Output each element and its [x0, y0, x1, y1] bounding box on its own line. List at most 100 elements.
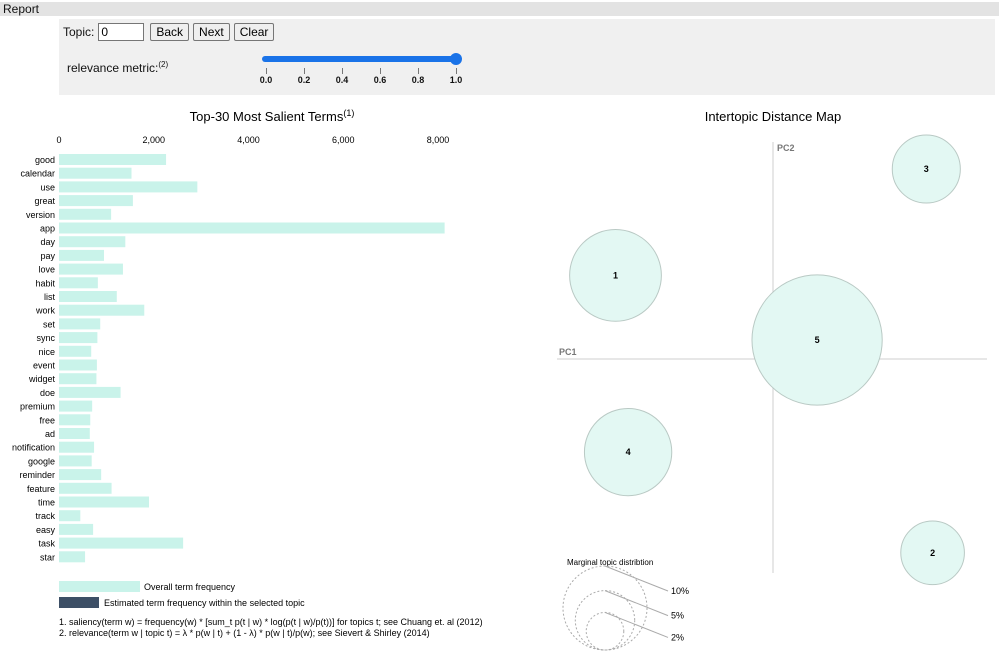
topic-input[interactable] [98, 23, 145, 41]
x-tick-label: 8,000 [427, 135, 450, 145]
bars: good calendar use great version app day pay love… [12, 154, 445, 563]
slider-tick [342, 68, 343, 74]
term-label: work [35, 306, 56, 316]
term-bar [59, 373, 97, 385]
bar-legend: Overall term frequency Estimated term fr… [59, 581, 305, 608]
term-bar [59, 345, 92, 357]
term-label: pay [40, 251, 55, 261]
legend-label-topic: Estimated term frequency within the sele… [104, 598, 305, 608]
term-label: easy [36, 525, 56, 535]
term-label: doe [40, 388, 55, 398]
term-bar [59, 469, 102, 481]
term-bar [59, 208, 112, 220]
term-label: list [44, 292, 55, 302]
term-bar [59, 167, 132, 179]
marginal-circle [574, 590, 636, 651]
term-bar [59, 332, 98, 344]
topic-label: 4 [626, 447, 631, 457]
lambda-slider[interactable]: 0.0 0.2 0.4 0.6 0.8 1.0 [259, 52, 469, 92]
term-label: star [40, 552, 55, 562]
slider-tick-label: 0.2 [297, 75, 311, 85]
marginal-title: Marginal topic distribtion [567, 558, 653, 567]
x-tick-label: 0 [56, 135, 61, 145]
term-label: set [43, 319, 56, 329]
term-bar [59, 291, 117, 302]
term-bar [59, 318, 101, 330]
term-label: use [40, 182, 55, 192]
relevance-metric-label: relevance metric:(2) [67, 60, 168, 75]
legend-swatch-overall [59, 581, 140, 592]
term-bar [59, 277, 98, 289]
term-label: calendar [20, 169, 55, 179]
topic-controls: Topic: Back Next Clear [63, 23, 275, 41]
term-bar [59, 304, 145, 316]
marginal-circle [585, 611, 625, 651]
term-label: feature [27, 484, 55, 494]
term-bar [59, 482, 112, 494]
relevance-label-text: relevance metric: [67, 61, 159, 75]
term-label: google [28, 456, 55, 466]
term-label: notification [12, 443, 55, 453]
term-bar [59, 154, 167, 165]
marginal-level-label: 5% [671, 611, 684, 621]
slider-thumb[interactable] [450, 53, 462, 65]
term-bar [59, 263, 123, 275]
marginal-leader-line [604, 611, 669, 638]
term-label: great [34, 196, 55, 206]
distance-map-title: Intertopic Distance Map [705, 109, 842, 124]
term-label: nice [38, 347, 55, 357]
bar-chart-title: Top-30 Most Salient Terms(1) [190, 108, 355, 124]
next-button[interactable]: Next [193, 23, 230, 41]
topic-circle [569, 229, 662, 322]
marginal-topic-distribution: Marginal topic distribtion 2% 5% 10% [562, 558, 689, 651]
slider-tick-label: 0.0 [259, 75, 273, 85]
slider-track[interactable] [262, 56, 457, 62]
slider-tick-label: 0.4 [335, 75, 349, 85]
topic-circle [891, 134, 961, 204]
term-label: premium [20, 402, 55, 412]
report-header: Report [0, 2, 999, 16]
footnote-relevance: 2. relevance(term w | topic t) = λ * p(w… [59, 628, 430, 638]
term-label: reminder [19, 470, 55, 480]
term-bar [59, 249, 105, 261]
pc2-axis-label: PC2 [777, 143, 795, 153]
term-bar [59, 181, 198, 193]
back-button[interactable]: Back [150, 23, 190, 41]
term-label: version [26, 210, 55, 220]
bar-chart-title-text: Top-30 Most Salient Terms [190, 109, 344, 124]
footnote-saliency: 1. saliency(term w) = frequency(w) * [su… [59, 617, 483, 627]
term-bar [59, 195, 133, 207]
slider-tick [418, 68, 419, 74]
term-label: day [40, 237, 55, 247]
slider-tick [456, 68, 457, 74]
distance-map-axes: PC2 PC1 [557, 142, 987, 573]
report-title: Report [3, 2, 40, 16]
term-label: widget [28, 374, 56, 384]
slider-tick [266, 68, 267, 74]
term-label: event [33, 361, 56, 371]
bar-chart-title-sup: (1) [343, 108, 354, 118]
marginal-leader-line [604, 590, 669, 617]
topic-label: Topic: [63, 25, 95, 39]
x-axis: 0 2,000 4,000 6,000 8,000 [56, 135, 449, 145]
marginal-leader-line [604, 565, 669, 592]
topic-label: 1 [613, 270, 618, 280]
slider-tick [380, 68, 381, 74]
term-bar [59, 510, 81, 522]
slider-tick-label: 1.0 [449, 75, 463, 85]
x-tick-label: 6,000 [332, 135, 355, 145]
term-label: love [38, 265, 55, 275]
term-bar [59, 537, 184, 549]
term-bar [59, 414, 91, 426]
salient-terms-chart: Top-30 Most Salient Terms(1) 0 2,000 4,000… [12, 108, 987, 651]
term-bar [59, 523, 94, 535]
relevance-footnote-ref: (2) [158, 60, 169, 69]
term-label: free [39, 415, 55, 425]
term-label: good [35, 155, 55, 165]
term-label: track [35, 511, 55, 521]
term-label: time [38, 498, 55, 508]
topic-circle [751, 274, 883, 406]
term-label: sync [36, 333, 55, 343]
term-label: app [40, 224, 55, 234]
clear-button[interactable]: Clear [233, 23, 275, 41]
